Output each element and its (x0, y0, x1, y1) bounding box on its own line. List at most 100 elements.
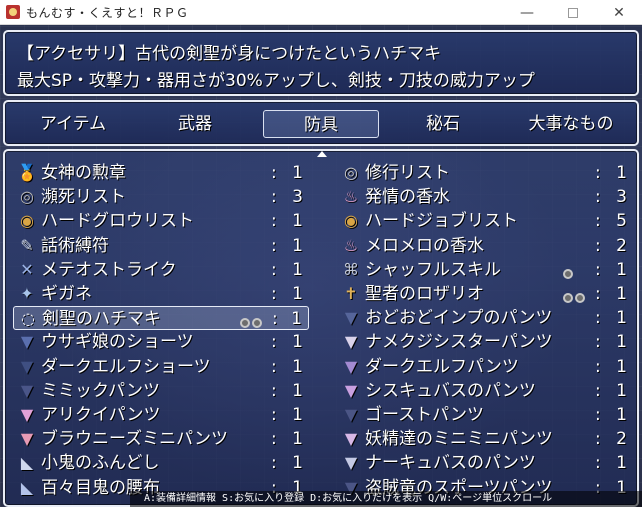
equipped-mark-icon (563, 264, 589, 279)
item-row[interactable]: ♨ メロメロの香水:2 (337, 234, 633, 258)
panties-icon: ▼ (344, 380, 358, 400)
item-list-window: 🏅 女神の勲章:1 ◎ 修行リスト:1 ◎ 瀕死リスト:3 ♨ 発情の香水:3 ◉ ハードグロウリ… (3, 149, 639, 507)
item-name: 小鬼のふんどし (41, 453, 160, 474)
item-row[interactable]: 🏅 女神の勲章:1 (13, 161, 309, 185)
item-name: シスキュバスのパンツ (365, 380, 536, 401)
quantity-separator: : (595, 211, 601, 232)
key-guide: A:装備詳細情報 S:お気に入り登録 D:お気に入りだけを表示 Q/W:ページ単… (130, 491, 642, 507)
item-name: 妖精達のミニミニパンツ (365, 429, 553, 450)
item-name: 瀕死リスト (41, 187, 126, 208)
quantity-separator: : (595, 235, 601, 256)
item-quantity: 3 (292, 187, 303, 208)
item-quantity: 5 (616, 211, 627, 232)
item-name: ミミックパンツ (41, 380, 160, 401)
item-name: ハードジョブリスト (365, 211, 518, 232)
panties-icon: ▼ (20, 332, 34, 352)
quantity-separator: : (595, 332, 601, 353)
quantity-separator: : (595, 163, 601, 183)
scroll-up-arrow-icon[interactable] (317, 151, 327, 157)
item-quantity: 1 (292, 380, 303, 401)
item-row[interactable]: ▼ シスキュバスのパンツ:1 (337, 379, 633, 403)
quantity-separator: : (271, 429, 277, 450)
item-row[interactable]: ▼ ウサギ娘のショーツ:1 (13, 330, 309, 354)
item-row[interactable]: ✝ 聖者のロザリオ:1 (337, 282, 633, 306)
item-row[interactable]: ✦ ギガネ:1 (13, 282, 309, 306)
quantity-separator: : (595, 405, 601, 425)
category-tab-armor[interactable]: 防具 (263, 110, 379, 138)
item-name: 女神の勲章 (41, 163, 126, 183)
item-row[interactable]: ✎ 話術縛符:1 (13, 234, 309, 258)
item-row[interactable]: ◎ 瀕死リスト:3 (13, 185, 309, 209)
minimize-button[interactable]: — (504, 0, 550, 25)
item-quantity: 1 (616, 405, 627, 425)
item-name: ゴーストパンツ (365, 405, 484, 425)
quantity-separator: : (271, 453, 277, 474)
category-tab-weapons[interactable]: 武器 (145, 110, 245, 138)
item-name: 聖者のロザリオ (365, 284, 484, 304)
category-tab-stones[interactable]: 秘石 (393, 110, 493, 138)
equipped-mark-icon (240, 313, 266, 329)
item-row[interactable]: ⌘ シャッフルスキル:1 (337, 258, 633, 282)
item-name: メテオストライク (41, 259, 177, 280)
panties-icon: ▼ (344, 405, 358, 424)
item-row[interactable]: ◉ ハードグロウリスト:1 (13, 209, 309, 233)
panties-icon: ▼ (344, 308, 358, 328)
item-description-line-1: 【アクセサリ】古代の剣聖が身につけたというハチマキ (17, 44, 442, 64)
item-quantity: 1 (291, 309, 302, 330)
claw-icon: ✦ (20, 284, 34, 303)
close-button[interactable]: ✕ (596, 0, 642, 25)
item-name: ダークエルフパンツ (365, 356, 519, 377)
item-name: ダークエルフショーツ (41, 356, 211, 377)
talisman-icon: ✎ (20, 235, 34, 255)
item-name: ギガネ (41, 284, 92, 304)
window-controls: — ✕ (504, 0, 642, 25)
panties-icon: ▼ (344, 356, 358, 376)
item-row[interactable]: ▼ ブラウニーズミニパンツ:1 (13, 427, 309, 451)
item-quantity: 1 (292, 163, 303, 183)
gold-ring-icon: ◉ (344, 211, 358, 231)
panties-icon: ▼ (20, 405, 34, 424)
quantity-separator: : (272, 309, 278, 330)
item-row[interactable]: ♨ 発情の香水:3 (337, 185, 633, 209)
item-row[interactable]: ◉ ハードジョブリスト:5 (337, 209, 633, 233)
item-row[interactable]: ▼ 妖精達のミニミニパンツ:2 (337, 427, 633, 451)
item-name: ブラウニーズミニパンツ (41, 429, 228, 450)
item-row[interactable]: ▼ ナメクジシスターパンツ:1 (337, 330, 633, 354)
item-name: おどおどインプのパンツ (365, 308, 553, 329)
maximize-icon (568, 7, 578, 18)
item-name: 発情の香水 (365, 187, 450, 208)
category-tab-key-items[interactable]: 大事なもの (509, 110, 633, 138)
item-description-line-2: 最大SP・攻撃力・器用さが30%アップし、剣技・刀技の威力アップ (17, 71, 535, 91)
title-bar: もんむす・くえすと！ＲＰＧ — ✕ (0, 0, 642, 25)
item-row[interactable]: ▼ ゴーストパンツ:1 (337, 403, 633, 427)
item-name: ナーキュバスのパンツ (365, 453, 536, 474)
item-row[interactable]: ▼ おどおどインプのパンツ:1 (337, 306, 633, 330)
item-row[interactable]: ▼ ダークエルフパンツ:1 (337, 355, 633, 379)
category-tab-items[interactable]: アイテム (15, 110, 131, 138)
panties-icon: ▼ (20, 429, 34, 449)
item-row[interactable]: ▼ ダークエルフショーツ:1 (13, 355, 309, 379)
item-quantity: 2 (616, 429, 627, 450)
quantity-separator: : (595, 284, 601, 304)
quantity-separator: : (271, 187, 277, 208)
quantity-separator: : (271, 356, 277, 377)
item-row[interactable]: ▼ アリクイパンツ:1 (13, 403, 309, 427)
item-quantity: 1 (292, 453, 303, 474)
item-row[interactable]: ▼ ミミックパンツ:1 (13, 379, 309, 403)
crossed-swords-icon: ✕ (20, 259, 34, 279)
maximize-button[interactable] (550, 0, 596, 25)
medal-icon: 🏅 (17, 163, 37, 182)
item-row[interactable]: ◣ 小鬼のふんどし:1 (13, 451, 309, 475)
item-quantity: 1 (292, 405, 303, 425)
item-quantity: 1 (616, 284, 627, 304)
item-quantity: 1 (616, 259, 627, 280)
item-row[interactable]: ▼ ナーキュバスのパンツ:1 (337, 451, 633, 475)
panties-icon: ▼ (344, 332, 358, 352)
item-row[interactable]: ◌ 剣聖のハチマキ:1 (13, 306, 309, 331)
perfume-icon: ♨ (343, 187, 359, 207)
item-row[interactable]: ✕ メテオストライク:1 (13, 258, 309, 282)
quantity-separator: : (271, 211, 277, 232)
cross-icon: ✝ (344, 284, 358, 303)
item-row[interactable]: ◎ 修行リスト:1 (337, 161, 633, 185)
quantity-separator: : (595, 453, 601, 474)
